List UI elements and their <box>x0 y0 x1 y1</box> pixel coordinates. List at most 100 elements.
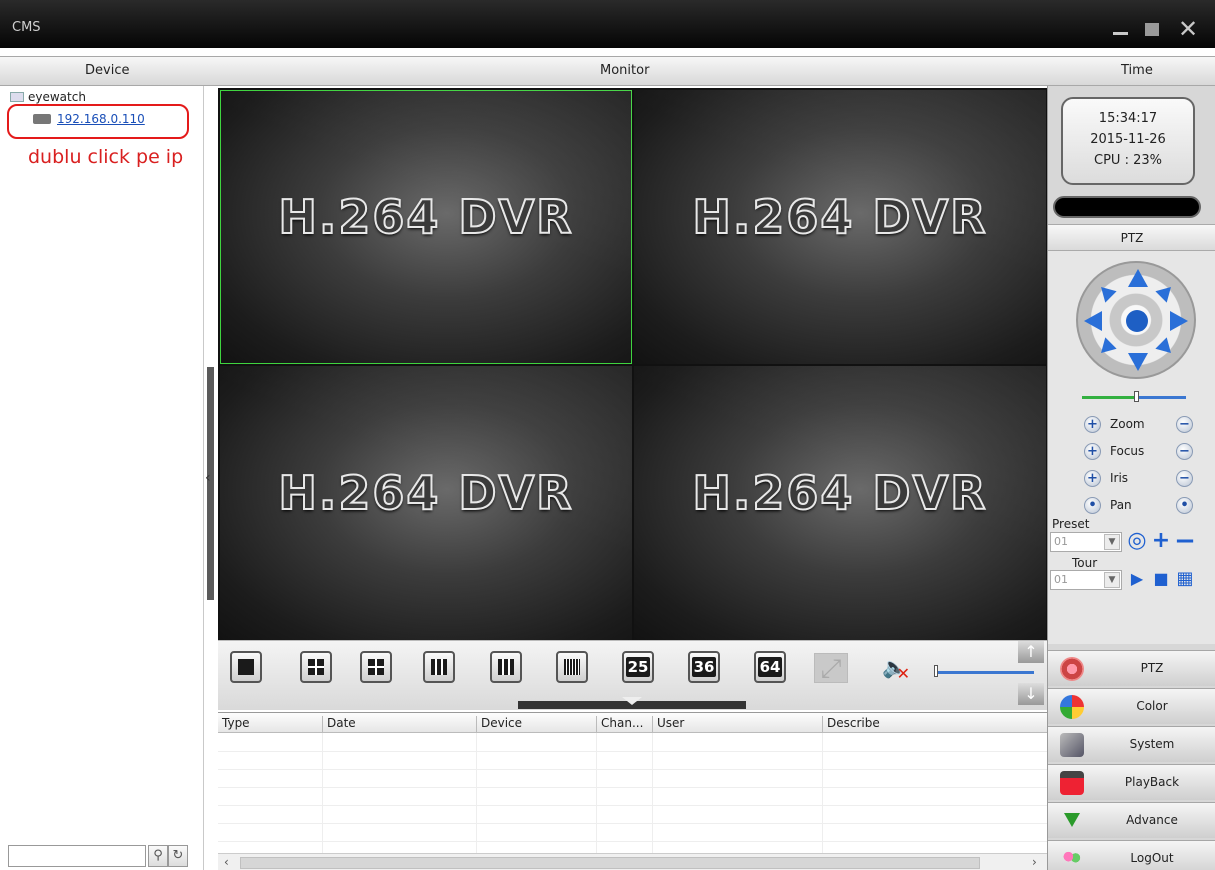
layout-25-button[interactable]: 25 <box>622 651 654 683</box>
chevron-down-icon[interactable]: ▼ <box>1104 534 1120 550</box>
pan-stop-icon[interactable]: • <box>1176 497 1193 514</box>
focus-out-icon[interactable]: − <box>1176 443 1193 460</box>
chevron-down-icon[interactable]: ▼ <box>1104 572 1120 588</box>
volume-slider[interactable] <box>934 665 1034 679</box>
pan-left-icon[interactable] <box>1084 311 1102 331</box>
right-panel: 15:34:17 2015-11-26 CPU : 23% PTZ + Zoom… <box>1047 86 1215 870</box>
layout-64-button[interactable]: 64 <box>754 651 786 683</box>
layout-4-button[interactable] <box>300 651 332 683</box>
iris-control: + Iris − <box>1084 469 1194 489</box>
video-cell-4[interactable]: H.264 DVR <box>634 366 1046 640</box>
preset-remove-icon[interactable]: − <box>1174 528 1196 554</box>
pan-down-icon[interactable] <box>1128 353 1148 371</box>
zoom-in-icon[interactable]: + <box>1084 416 1101 433</box>
column-divider <box>322 733 323 853</box>
preset-value: 01 <box>1054 535 1068 548</box>
refresh-icon[interactable]: ↻ <box>168 845 188 867</box>
layout-1-button[interactable] <box>230 651 262 683</box>
pan-up-left-icon[interactable] <box>1095 281 1117 303</box>
preset-select[interactable]: 01 ▼ <box>1050 532 1122 552</box>
search-icon[interactable]: ⚲ <box>148 845 168 867</box>
menu-color-label: Color <box>1136 699 1168 713</box>
ptz-icon <box>1060 657 1084 681</box>
column-type[interactable]: Type <box>218 716 250 733</box>
layout-9-button[interactable] <box>490 651 522 683</box>
pan-down-right-icon[interactable] <box>1155 337 1177 359</box>
layout-6-button[interactable] <box>360 651 392 683</box>
layout-36-button[interactable]: 36 <box>688 651 720 683</box>
layout-9-icon <box>498 659 514 675</box>
ptz-center-icon[interactable] <box>1126 310 1148 332</box>
mute-speaker-icon[interactable]: 🔈 ✕ <box>882 655 910 683</box>
scroll-left-icon[interactable]: ‹ <box>224 855 229 869</box>
arrow-down-icon[interactable]: ↓ <box>1018 683 1044 705</box>
video-cell-1[interactable]: H.264 DVR <box>220 90 632 364</box>
menu-playback-label: PlayBack <box>1124 775 1180 789</box>
focus-in-icon[interactable]: + <box>1084 443 1101 460</box>
column-channel[interactable]: Chan... <box>596 716 643 733</box>
table-row <box>218 787 1047 788</box>
menu-logout-button[interactable]: LogOut <box>1048 840 1215 870</box>
ptz-speed-slider[interactable] <box>1082 391 1186 403</box>
pan-right-icon[interactable] <box>1170 311 1188 331</box>
layout-toolbar: 25 36 64 ⤢ 🔈 ✕ ↑ ↓ <box>218 640 1047 710</box>
tree-root-label: eyewatch <box>28 90 86 104</box>
speed-knob[interactable] <box>1134 391 1139 402</box>
layout-16-button[interactable] <box>556 651 588 683</box>
menu-ptz-button[interactable]: PTZ <box>1048 650 1215 686</box>
column-divider <box>652 733 653 853</box>
column-describe[interactable]: Describe <box>822 716 880 733</box>
layout-16-icon <box>564 659 580 675</box>
device-group-icon <box>10 92 24 102</box>
fullscreen-icon[interactable]: ⤢ <box>814 653 848 684</box>
tour-grid-icon[interactable]: ▦ <box>1174 569 1196 591</box>
collapse-left-icon[interactable]: ‹ <box>205 470 211 486</box>
menu-system-button[interactable]: System <box>1048 726 1215 762</box>
preset-label: Preset <box>1052 517 1090 531</box>
ptz-direction-pad[interactable] <box>1076 261 1196 379</box>
close-icon[interactable]: ✕ <box>1176 17 1200 41</box>
iris-close-icon[interactable]: − <box>1176 470 1193 487</box>
pan-up-icon[interactable] <box>1128 269 1148 287</box>
video-cell-2[interactable]: H.264 DVR <box>634 90 1046 364</box>
maximize-icon[interactable] <box>1141 18 1165 40</box>
column-user[interactable]: User <box>652 716 684 733</box>
volume-knob[interactable] <box>934 665 938 677</box>
scroll-right-icon[interactable]: › <box>1032 855 1037 869</box>
iris-open-icon[interactable]: + <box>1084 470 1101 487</box>
tree-root-eyewatch[interactable]: eyewatch <box>10 90 86 104</box>
horizontal-scrollbar[interactable]: ‹ › <box>218 853 1047 870</box>
layout-8-button[interactable] <box>423 651 455 683</box>
menu-advance-button[interactable]: Advance <box>1048 802 1215 838</box>
pan-up-right-icon[interactable] <box>1155 281 1177 303</box>
column-device[interactable]: Device <box>476 716 522 733</box>
device-header: Device <box>85 63 130 78</box>
arrow-up-icon[interactable]: ↑ <box>1018 641 1044 663</box>
pan-start-icon[interactable]: • <box>1084 497 1101 514</box>
tour-select[interactable]: 01 ▼ <box>1050 570 1122 590</box>
preset-add-icon[interactable]: + <box>1150 530 1172 553</box>
tour-stop-icon[interactable]: ■ <box>1150 569 1172 591</box>
focus-label: Focus <box>1110 444 1145 458</box>
app-title: CMS <box>12 20 41 35</box>
layout-64-label: 64 <box>757 657 783 677</box>
menu-playback-button[interactable]: PlayBack <box>1048 764 1215 800</box>
device-search-input[interactable] <box>8 845 146 867</box>
scroll-thumb[interactable] <box>240 857 980 869</box>
preset-call-icon[interactable]: ◎ <box>1126 530 1148 553</box>
tour-play-icon[interactable]: ▶ <box>1126 569 1148 591</box>
ptz-title: PTZ <box>1048 225 1215 251</box>
column-date[interactable]: Date <box>322 716 356 733</box>
zoom-out-icon[interactable]: − <box>1176 416 1193 433</box>
table-row <box>218 769 1047 770</box>
tour-value: 01 <box>1054 573 1068 586</box>
clock-date: 2015-11-26 <box>1090 132 1166 147</box>
title-bar: CMS ✕ <box>0 0 1215 48</box>
video-cell-3[interactable]: H.264 DVR <box>220 366 632 640</box>
menu-color-button[interactable]: Color <box>1048 688 1215 724</box>
pan-down-left-icon[interactable] <box>1095 337 1117 359</box>
table-row <box>218 841 1047 842</box>
layout-8-icon <box>431 659 447 675</box>
minimize-icon[interactable] <box>1109 18 1133 40</box>
log-collapse-handle[interactable] <box>518 697 746 709</box>
